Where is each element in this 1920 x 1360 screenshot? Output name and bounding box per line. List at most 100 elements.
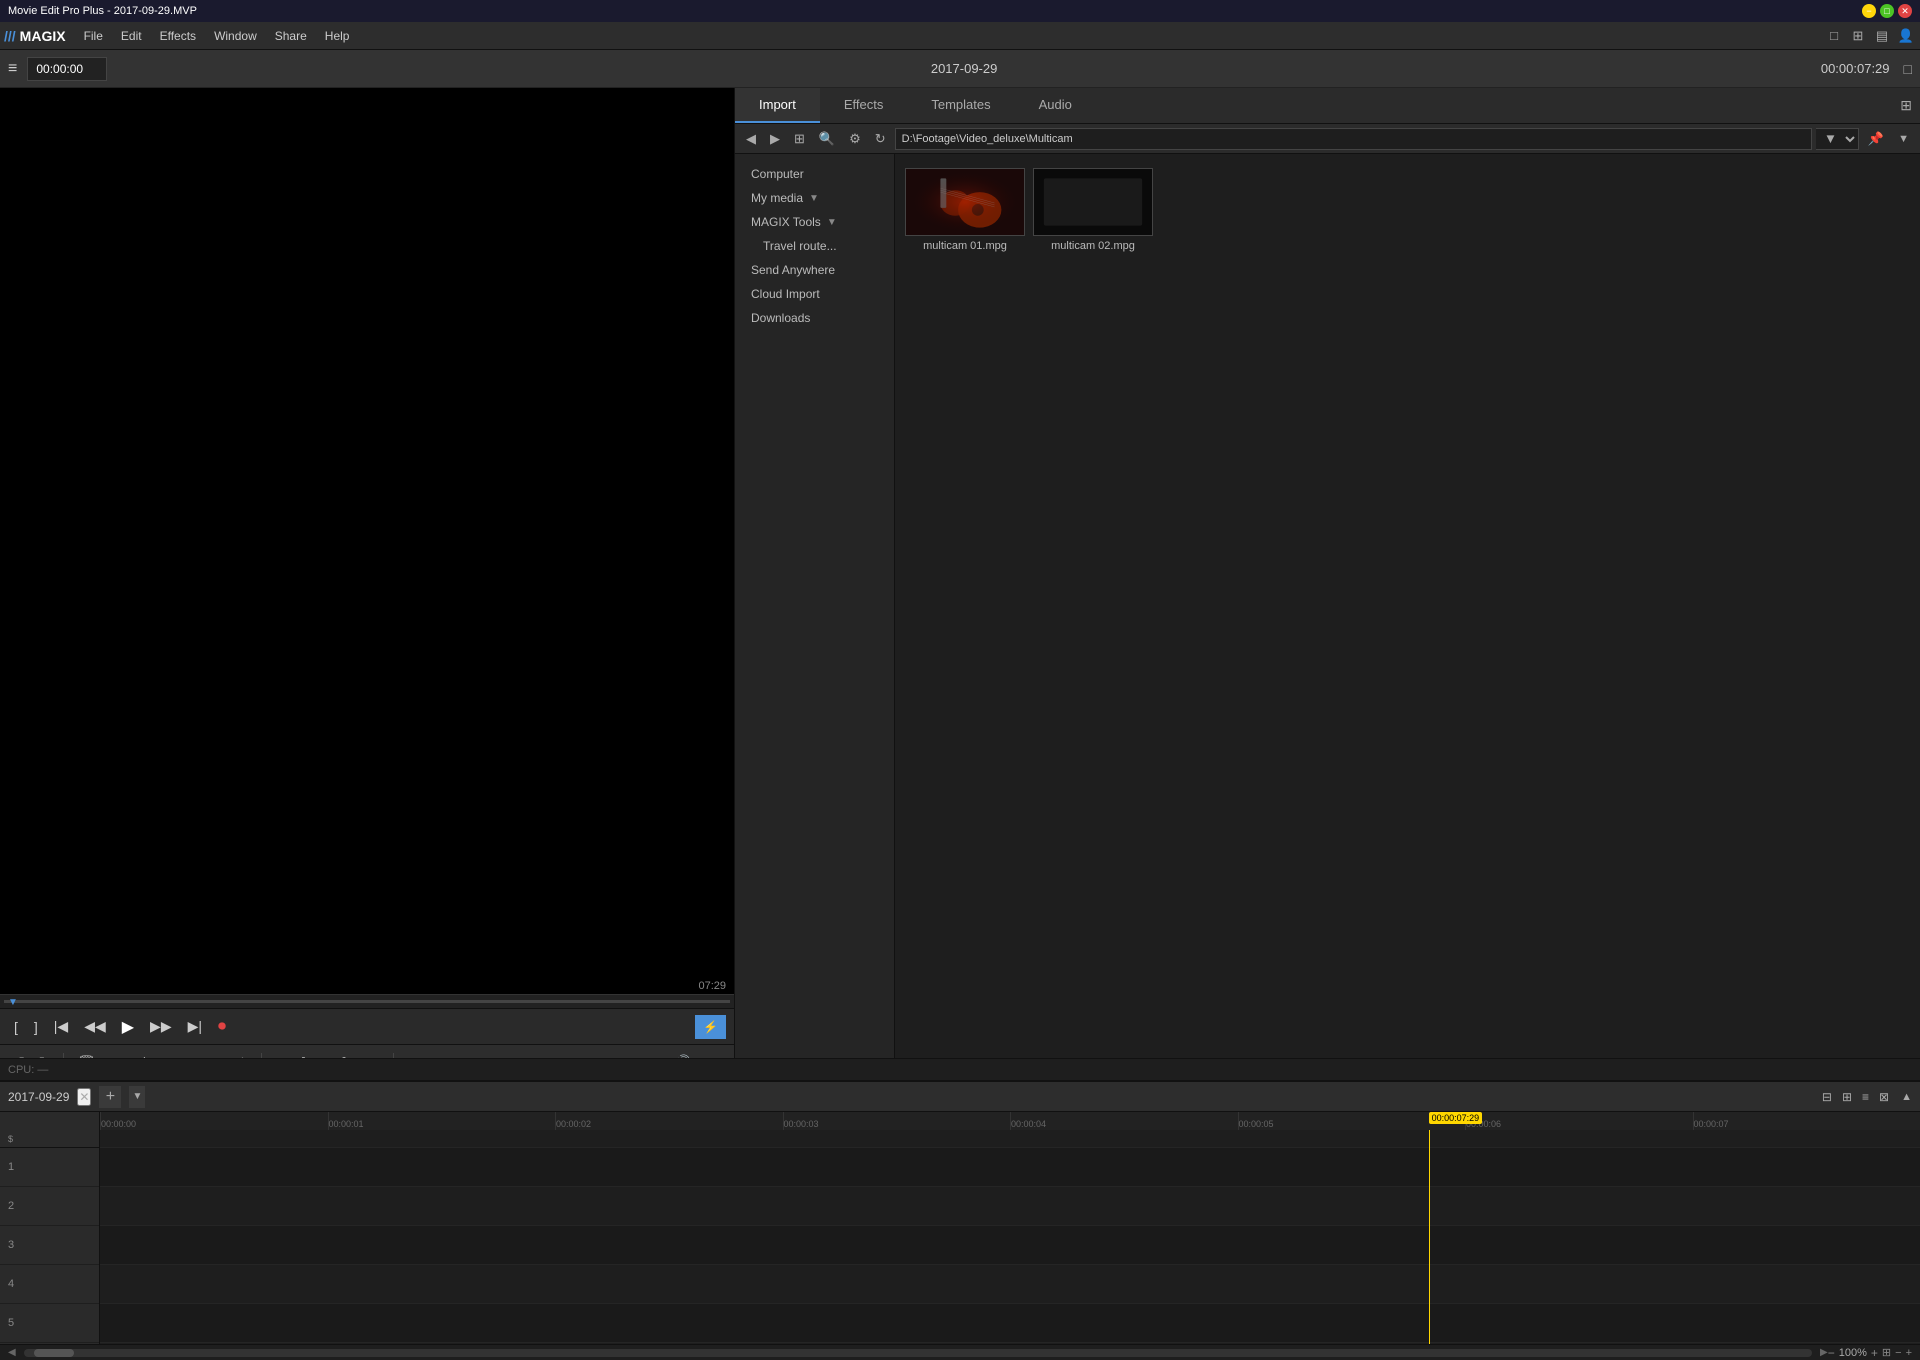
timeline-project-name: 2017-09-29 <box>8 1090 69 1104</box>
menu-share[interactable]: Share <box>267 26 315 46</box>
track-row-5 <box>100 1304 1920 1343</box>
preview-area: 07:29 <box>0 88 734 994</box>
menu-file[interactable]: File <box>76 26 111 46</box>
menu-bar: /// MAGIX File Edit Effects Window Share… <box>0 22 1920 50</box>
tl-collapse-button[interactable]: ▲ <box>1901 1091 1912 1103</box>
collapse-button[interactable]: ▼ <box>1893 131 1914 147</box>
out-point-button[interactable]: ] <box>28 1017 44 1037</box>
in-point-button[interactable]: [ <box>8 1017 24 1037</box>
settings-button[interactable]: ⚙ <box>844 129 866 149</box>
back-button[interactable]: ◀ <box>741 129 761 149</box>
record-button[interactable]: ⏺ <box>212 1016 232 1038</box>
cpu-status: CPU: — <box>8 1064 48 1076</box>
tl-view-4[interactable]: ⊠ <box>1875 1088 1893 1106</box>
sidebar-item-downloads[interactable]: Downloads <box>735 306 894 330</box>
track-label-scroll-indicator: $ <box>0 1130 99 1148</box>
zoom-out-button[interactable]: − <box>1828 1346 1835 1360</box>
path-dropdown[interactable]: ▼ <box>1816 128 1859 150</box>
file-browser: multicam 01.mpg multicam 02.mpg <box>895 154 1920 1080</box>
panel-expand-button[interactable]: ⊞ <box>1892 88 1920 123</box>
sidebar-item-magixtools[interactable]: MAGIX Tools ▼ <box>735 210 894 234</box>
scroll-track[interactable] <box>24 1349 1812 1357</box>
hamburger-button[interactable]: ≡ <box>8 60 17 78</box>
preview-time: 07:29 <box>698 980 726 992</box>
sidebar-item-sendanywhere[interactable]: Send Anywhere <box>735 258 894 282</box>
expand-button[interactable]: □ <box>1904 61 1912 77</box>
window-controls: − □ ✕ <box>1862 4 1912 18</box>
logo-text: MAGIX <box>20 28 66 44</box>
path-bar[interactable]: D:\Footage\Video_deluxe\Multicam <box>895 128 1812 150</box>
toolbar-icon-2[interactable]: ⊞ <box>1848 26 1868 46</box>
file-item-2[interactable]: multicam 02.mpg <box>1033 164 1153 256</box>
track-label-5: 5 <box>0 1304 99 1343</box>
tab-templates[interactable]: Templates <box>907 88 1014 123</box>
file-thumb-1 <box>905 168 1025 236</box>
playhead-time-display: 00:00:07:29 <box>1821 61 1890 76</box>
track-row-2 <box>100 1187 1920 1226</box>
logo-slashes: /// <box>4 28 16 44</box>
ruler-2: 00:00:02 <box>555 1112 783 1130</box>
scroll-left-arrow[interactable]: ◀ <box>8 1347 16 1358</box>
ruler-0: 00:00:00 <box>100 1112 328 1130</box>
fullscreen-button[interactable]: ⊞ <box>1882 1346 1891 1359</box>
menu-help[interactable]: Help <box>317 26 358 46</box>
forward-button[interactable]: ▶ <box>765 129 785 149</box>
playhead-marker: 00:00:07:29 <box>1429 1112 1483 1124</box>
logo: /// MAGIX <box>4 28 66 44</box>
ruler-6: 00:00:06 <box>1465 1112 1693 1130</box>
minimize-button[interactable]: − <box>1862 4 1876 18</box>
sidebar-item-computer[interactable]: Computer <box>735 162 894 186</box>
tab-effects[interactable]: Effects <box>820 88 908 123</box>
travelroute-label: Travel route... <box>763 239 837 253</box>
track-label-1: 1 <box>0 1148 99 1187</box>
scrubber-bar[interactable] <box>4 1000 730 1003</box>
timeline-dropdown-button[interactable]: ▼ <box>129 1086 145 1108</box>
timeline-close-button[interactable]: ✕ <box>77 1088 91 1106</box>
toolbar-icon-1[interactable]: □ <box>1824 26 1844 46</box>
play-button[interactable]: ▶ <box>116 1015 140 1039</box>
playback-controls: [ ] |◀ ◀◀ ▶ ▶▶ ▶| ⏺ ⚡ <box>0 1008 734 1044</box>
top-toolbar: ≡ 00:00:00 2017-09-29 00:00:07:29 □ <box>0 50 1920 88</box>
time-display[interactable]: 00:00:00 <box>27 57 107 81</box>
track-row-3 <box>100 1226 1920 1265</box>
skip-to-out-button[interactable]: ▶| <box>182 1016 208 1037</box>
special-button[interactable]: ⚡ <box>695 1015 726 1039</box>
toolbar-icon-3[interactable]: ▤ <box>1872 26 1892 46</box>
tab-audio[interactable]: Audio <box>1015 88 1096 123</box>
preview-scrubber[interactable]: ▼ <box>0 994 734 1008</box>
close-button[interactable]: ✕ <box>1898 4 1912 18</box>
timeline-zoom-minus[interactable]: − <box>1895 1347 1901 1359</box>
sidebar-item-mymedia[interactable]: My media ▼ <box>735 186 894 210</box>
pin-button[interactable]: 📌 <box>1863 129 1889 149</box>
tl-view-3[interactable]: ≡ <box>1858 1088 1873 1106</box>
sidebar-item-travelroute[interactable]: Travel route... <box>735 234 894 258</box>
search-button[interactable]: 🔍 <box>814 129 840 149</box>
sidebar-item-cloudimport[interactable]: Cloud Import <box>735 282 894 306</box>
refresh-button[interactable]: ↻ <box>870 129 891 149</box>
file-name-2: multicam 02.mpg <box>1051 240 1135 252</box>
scroll-thumb[interactable] <box>34 1349 74 1357</box>
next-frame-button[interactable]: ▶▶ <box>144 1016 178 1037</box>
tl-view-2[interactable]: ⊞ <box>1838 1088 1856 1106</box>
timeline-ruler-row: 00:00:07:29 00:00:00 00:00:01 00:00:02 0… <box>0 1112 1920 1130</box>
import-toolbar: ◀ ▶ ⊞ 🔍 ⚙ ↻ D:\Footage\Video_deluxe\Mult… <box>735 124 1920 154</box>
skip-to-in-button[interactable]: |◀ <box>48 1016 74 1037</box>
grid-view-button[interactable]: ⊞ <box>789 129 810 149</box>
menu-edit[interactable]: Edit <box>113 26 150 46</box>
timeline-zoom-plus[interactable]: + <box>1906 1347 1912 1359</box>
timeline-add-button[interactable]: + <box>99 1086 121 1108</box>
maximize-button[interactable]: □ <box>1880 4 1894 18</box>
file-item-1[interactable]: multicam 01.mpg <box>905 164 1025 256</box>
track-row-scroll <box>100 1130 1920 1148</box>
menu-icons: □ ⊞ ▤ 👤 <box>1824 26 1916 46</box>
computer-label: Computer <box>751 167 804 181</box>
menu-window[interactable]: Window <box>206 26 265 46</box>
scroll-right-arrow[interactable]: ▶ <box>1820 1347 1828 1358</box>
toolbar-icon-user[interactable]: 👤 <box>1896 26 1916 46</box>
prev-frame-button[interactable]: ◀◀ <box>78 1016 112 1037</box>
menu-effects[interactable]: Effects <box>152 26 204 46</box>
tl-view-1[interactable]: ⊟ <box>1818 1088 1836 1106</box>
tab-import[interactable]: Import <box>735 88 820 123</box>
zoom-in-button[interactable]: + <box>1871 1346 1878 1360</box>
file-name-1: multicam 01.mpg <box>923 240 1007 252</box>
